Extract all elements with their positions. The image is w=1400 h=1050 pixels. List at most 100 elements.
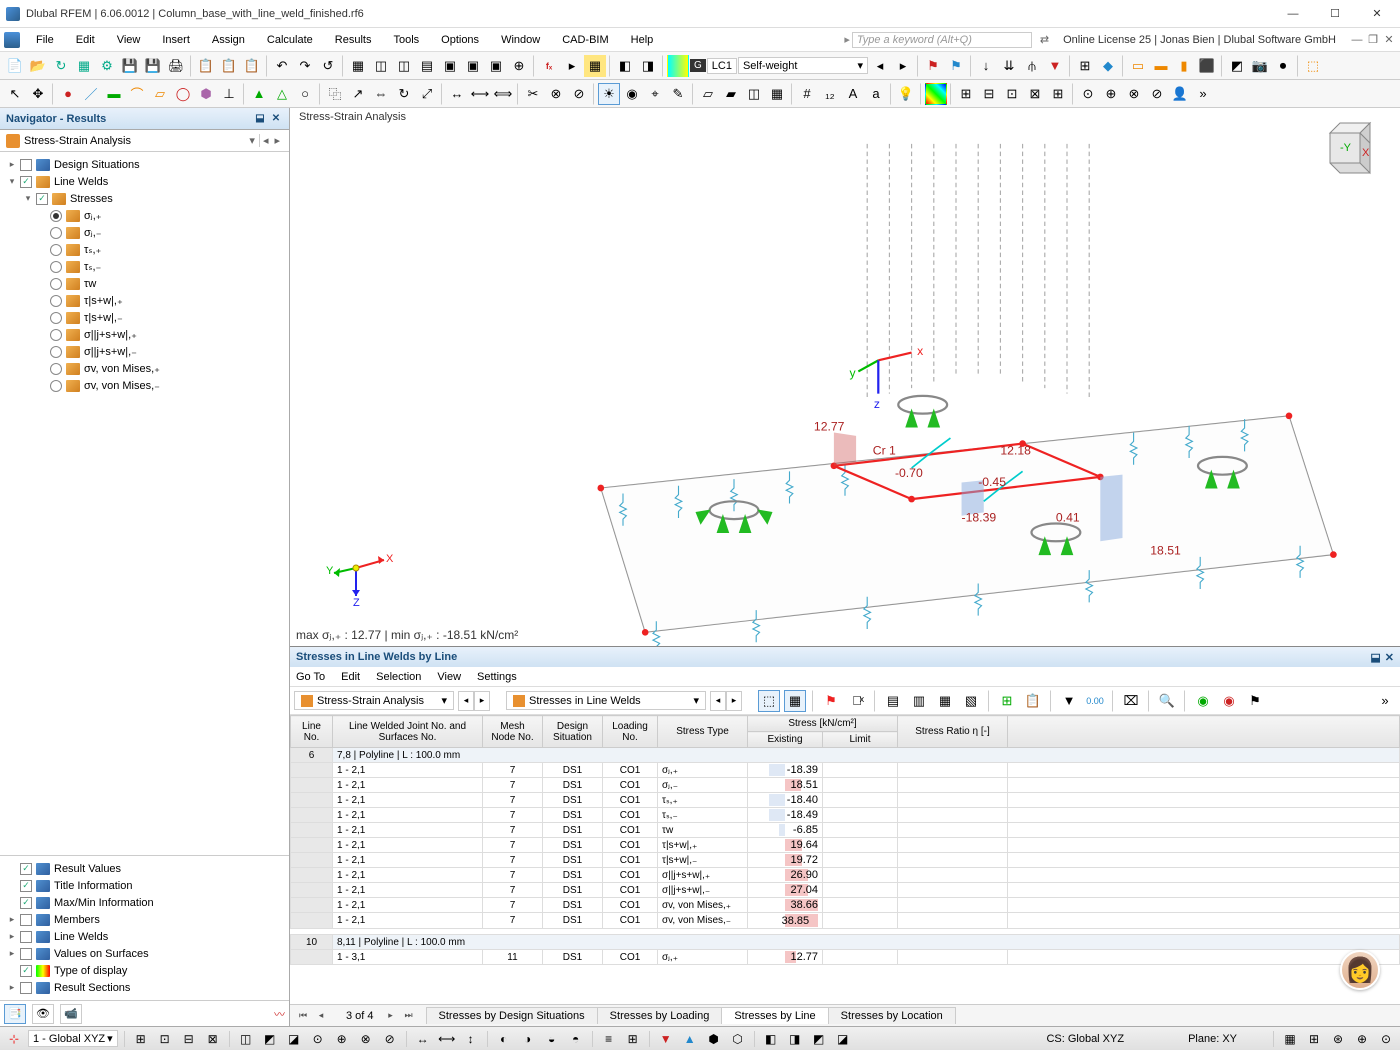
nav-close-icon[interactable]: ✕ (269, 112, 283, 126)
th-type[interactable]: Stress Type (658, 716, 748, 748)
shape-icon[interactable]: ◆ (1097, 55, 1119, 77)
search-input[interactable]: Type a keyword (Alt+Q) (852, 32, 1032, 48)
panel-menu-settings[interactable]: Settings (477, 671, 517, 683)
res2-icon[interactable]: ◨ (637, 55, 659, 77)
th-limit[interactable]: Limit (823, 732, 898, 748)
surf2-icon[interactable]: ▰ (720, 83, 742, 105)
panel3-icon[interactable]: ▤ (416, 55, 438, 77)
panel-tab[interactable]: Stresses by Design Situations (426, 1007, 598, 1024)
th-ds[interactable]: Design Situation (543, 716, 603, 748)
calc1-icon[interactable]: ▣ (439, 55, 461, 77)
sb-i11-icon[interactable]: ⊘ (380, 1030, 400, 1048)
table-row[interactable]: 1 - 3,111DS1CO1σⱼ,₊12.77 (291, 950, 1400, 965)
page-last-icon[interactable]: ⏭ (400, 1008, 418, 1024)
menu-tools[interactable]: Tools (383, 32, 429, 48)
tree-lower-item[interactable]: ✓Title Information (0, 877, 289, 894)
tree-lower-item[interactable]: ▸Line Welds (0, 928, 289, 945)
panel-pop-icon[interactable]: ⬓ (1370, 651, 1380, 664)
history-icon[interactable]: ↺ (317, 55, 339, 77)
lab2-icon[interactable]: a (865, 83, 887, 105)
pt-t2-icon[interactable]: ▥ (908, 690, 930, 712)
sb-i24-icon[interactable]: ⬡ (728, 1030, 748, 1048)
sel-icon[interactable]: ↖ (4, 83, 26, 105)
assistant-avatar[interactable]: 👩 (1340, 950, 1380, 990)
tree-stress-item[interactable]: σv, von Mises,₋ (0, 377, 289, 394)
view-cube[interactable]: -Y X (1310, 118, 1380, 188)
sb-cs-dropdown[interactable]: 1 - Global XYZ▾ (28, 1030, 118, 1047)
panel-dd-table[interactable]: Stresses in Line Welds▾ (506, 691, 706, 710)
pt-copy-icon[interactable]: 📋 (1022, 690, 1044, 712)
panel-menu-selection[interactable]: Selection (376, 671, 421, 683)
sb-i9-icon[interactable]: ⊕ (332, 1030, 352, 1048)
lc-prev-icon[interactable]: ◂ (869, 55, 891, 77)
dd1-next-icon[interactable]: ▸ (474, 691, 490, 711)
edit2-icon[interactable]: ⊗ (545, 83, 567, 105)
menu-calculate[interactable]: Calculate (257, 32, 323, 48)
refresh-icon[interactable]: ↻ (50, 55, 72, 77)
sb-i5-icon[interactable]: ◫ (236, 1030, 256, 1048)
move-icon[interactable]: ↗ (347, 83, 369, 105)
sb-i12-icon[interactable]: ↔ (413, 1030, 433, 1048)
view2-icon[interactable]: ◉ (621, 83, 643, 105)
pt-find-icon[interactable]: 🔍 (1156, 690, 1178, 712)
snap4-icon[interactable]: ⊘ (1146, 83, 1168, 105)
more-icon[interactable]: » (1192, 83, 1214, 105)
table-row[interactable]: 1 - 2,17DS1CO1σv, von Mises,₋38.85 ▮ (291, 913, 1400, 929)
load1-icon[interactable]: ↓ (975, 55, 997, 77)
sb-i13-icon[interactable]: ⟷ (437, 1030, 457, 1048)
pt-sel1-icon[interactable]: ⬚ (758, 690, 780, 712)
lc-select[interactable]: Self-weight▾ (738, 57, 868, 74)
sb-i20-icon[interactable]: ⊞ (623, 1030, 643, 1048)
table-group-row[interactable]: 67,8 | Polyline | L : 100.0 mm (291, 748, 1400, 763)
sb-i3-icon[interactable]: ⊟ (179, 1030, 199, 1048)
inner-minimize[interactable]: — (1350, 33, 1364, 47)
tree-stress-item[interactable]: τ|s+w|,₊ (0, 292, 289, 309)
surf3-icon[interactable]: ◫ (743, 83, 765, 105)
load3-icon[interactable]: ⫛ (1021, 55, 1043, 77)
dd-next-icon[interactable]: ▸ (271, 134, 283, 147)
pt-opt3-icon[interactable]: ⚑ (1244, 690, 1266, 712)
dd-chevron-icon[interactable]: ▾ (245, 134, 259, 147)
sb-i25-icon[interactable]: ◧ (761, 1030, 781, 1048)
pt-dec-icon[interactable]: 0.00 (1084, 690, 1106, 712)
panel-menu-goto[interactable]: Go To (296, 671, 325, 683)
render4-icon[interactable]: ⬛ (1196, 55, 1218, 77)
pt-flag-icon[interactable]: ⚑ (820, 690, 842, 712)
inner-close[interactable]: ✕ (1382, 33, 1396, 47)
panel2-icon[interactable]: ◫ (393, 55, 415, 77)
panel-tab[interactable]: Stresses by Location (828, 1007, 956, 1024)
block-icon[interactable]: ▦ (73, 55, 95, 77)
gear-icon[interactable]: ⚙ (96, 55, 118, 77)
hinge-icon[interactable]: ○ (294, 83, 316, 105)
pt-clear-icon[interactable]: ⌧ (1120, 690, 1142, 712)
table-icon[interactable]: ▦ (584, 55, 606, 77)
panel-close-icon[interactable]: ✕ (1385, 651, 1394, 664)
copy-icon[interactable]: ⿻ (324, 83, 346, 105)
sb-r2-icon[interactable]: ⊞ (1304, 1030, 1324, 1048)
flag2-icon[interactable]: ⚑ (945, 55, 967, 77)
pt-opt2-icon[interactable]: ◉ (1218, 690, 1240, 712)
tree-stress-item[interactable]: τₛ,₊ (0, 241, 289, 258)
globe-icon[interactable]: ⊕ (508, 55, 530, 77)
dim1-icon[interactable]: ↔ (446, 83, 468, 105)
sb-i27-icon[interactable]: ◩ (809, 1030, 829, 1048)
lab1-icon[interactable]: A (842, 83, 864, 105)
solid-icon[interactable]: ⬢ (195, 83, 217, 105)
undo-icon[interactable]: ↶ (271, 55, 293, 77)
new-icon[interactable]: 📄 (4, 55, 26, 77)
menu-insert[interactable]: Insert (152, 32, 200, 48)
pt-more-icon[interactable]: » (1374, 690, 1396, 712)
num1-icon[interactable]: # (796, 83, 818, 105)
sb-r3-icon[interactable]: ⊛ (1328, 1030, 1348, 1048)
panel1-icon[interactable]: ◫ (370, 55, 392, 77)
calc3-icon[interactable]: ▣ (485, 55, 507, 77)
render3-icon[interactable]: ▮ (1173, 55, 1195, 77)
view4-icon[interactable]: ✎ (667, 83, 689, 105)
tree-stress-item[interactable]: σ||j+s+w|,₋ (0, 343, 289, 360)
tree-line-welds[interactable]: ▾✓Line Welds (0, 173, 289, 190)
sb-i19-icon[interactable]: ≡ (599, 1030, 619, 1048)
cs-icon[interactable]: ⊥ (218, 83, 240, 105)
view1-icon[interactable]: ☀ (598, 83, 620, 105)
tree-stress-item[interactable]: σv, von Mises,₊ (0, 360, 289, 377)
menu-edit[interactable]: Edit (66, 32, 105, 48)
